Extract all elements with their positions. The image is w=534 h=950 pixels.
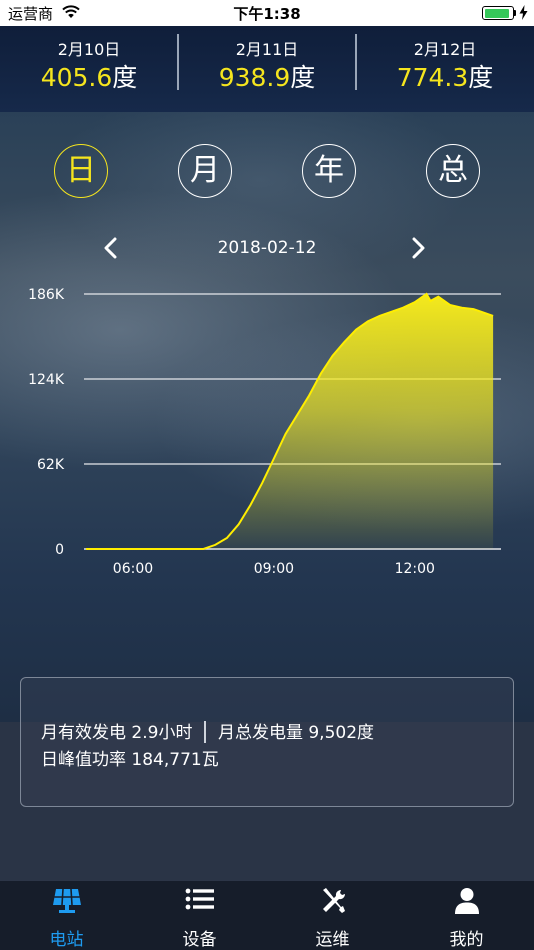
x-tick-label: 09:00 bbox=[254, 561, 294, 577]
tab-label: 电站 bbox=[49, 930, 84, 950]
period-tab-total[interactable]: 总 bbox=[426, 144, 480, 198]
day-value: 774.3度 bbox=[356, 58, 534, 94]
monthly-total-value: 9,502度 bbox=[308, 723, 375, 743]
tab-maintenance[interactable]: 运维 bbox=[266, 881, 399, 950]
solar-panel-icon bbox=[52, 888, 81, 913]
day-value-number: 405.6 bbox=[40, 63, 113, 92]
day-value-unit: 度 bbox=[468, 63, 494, 92]
tab-station[interactable]: 电站 bbox=[0, 881, 133, 950]
charging-bolt-icon bbox=[519, 5, 528, 20]
tab-label: 我的 bbox=[449, 930, 484, 950]
y-tick-label: 0 bbox=[55, 542, 64, 558]
period-tab-year[interactable]: 年 bbox=[302, 144, 356, 198]
battery-cap bbox=[514, 10, 516, 16]
day-value: 405.6度 bbox=[0, 58, 178, 94]
tools-icon bbox=[322, 888, 345, 913]
day-value-number: 774.3 bbox=[396, 63, 469, 92]
day-value-number: 938.9 bbox=[218, 63, 291, 92]
day-date: 2月10日 bbox=[57, 40, 121, 59]
battery-icon bbox=[482, 6, 514, 20]
x-tick-label: 06:00 bbox=[113, 561, 153, 577]
day-date: 2月12日 bbox=[413, 40, 477, 59]
monthly-total-label: 月总发电量 bbox=[217, 723, 303, 743]
x-tick-label: 12:00 bbox=[395, 561, 435, 577]
current-date: 2018-02-12 bbox=[217, 238, 317, 258]
summary-divider bbox=[204, 721, 206, 743]
bottom-tab-bar: 电站 设备 运维 我的 bbox=[0, 880, 534, 950]
day-summary-3[interactable]: 2月12日 774.3度 bbox=[356, 26, 534, 112]
summary-line-1: 月有效发电 2.9小时 月总发电量 9,502度 bbox=[41, 718, 374, 743]
y-tick-label: 186K bbox=[28, 287, 65, 303]
user-icon bbox=[454, 888, 479, 914]
peak-power-value: 184,771瓦 bbox=[131, 750, 219, 770]
list-icon bbox=[185, 888, 214, 910]
daily-summary-header: 2月10日 405.6度 2月11日 938.9度 2月12日 774.3度 bbox=[0, 26, 534, 112]
y-tick-label: 124K bbox=[28, 372, 65, 388]
day-value-unit: 度 bbox=[112, 63, 138, 92]
day-value: 938.9度 bbox=[178, 58, 356, 94]
status-bar: 运营商 下午1:38 bbox=[0, 0, 534, 26]
tab-label: 运维 bbox=[315, 930, 350, 950]
monthly-hours-value: 2.9小时 bbox=[131, 723, 193, 743]
y-tick-label: 62K bbox=[37, 457, 65, 473]
tab-profile[interactable]: 我的 bbox=[400, 881, 533, 950]
peak-power-label: 日峰值功率 bbox=[41, 750, 126, 770]
day-summary-2[interactable]: 2月11日 938.9度 bbox=[178, 26, 356, 112]
chevron-right-icon[interactable] bbox=[406, 236, 430, 260]
summary-line-2: 日峰值功率 184,771瓦 bbox=[41, 745, 219, 770]
monthly-hours-label: 月有效发电 bbox=[41, 723, 126, 743]
day-date: 2月11日 bbox=[235, 40, 299, 59]
period-tab-day[interactable]: 日 bbox=[54, 144, 108, 198]
day-value-unit: 度 bbox=[290, 63, 316, 92]
battery-level bbox=[484, 8, 509, 18]
power-area bbox=[86, 294, 494, 549]
status-time: 下午1:38 bbox=[233, 5, 301, 23]
summary-panel: 月有效发电 2.9小时 月总发电量 9,502度 日峰值功率 184,771瓦 bbox=[20, 677, 514, 807]
tab-devices[interactable]: 设备 bbox=[133, 881, 266, 950]
power-chart: 0 62K 124K 186K 06:00 09:00 12:00 bbox=[0, 270, 534, 590]
power-chart-svg: 0 62K 124K 186K 06:00 09:00 12:00 bbox=[28, 287, 501, 577]
day-summary-1[interactable]: 2月10日 405.6度 bbox=[0, 26, 178, 112]
tab-label: 设备 bbox=[182, 930, 217, 950]
period-tab-month[interactable]: 月 bbox=[178, 144, 232, 198]
date-navigator: 2018-02-12 bbox=[0, 232, 534, 264]
